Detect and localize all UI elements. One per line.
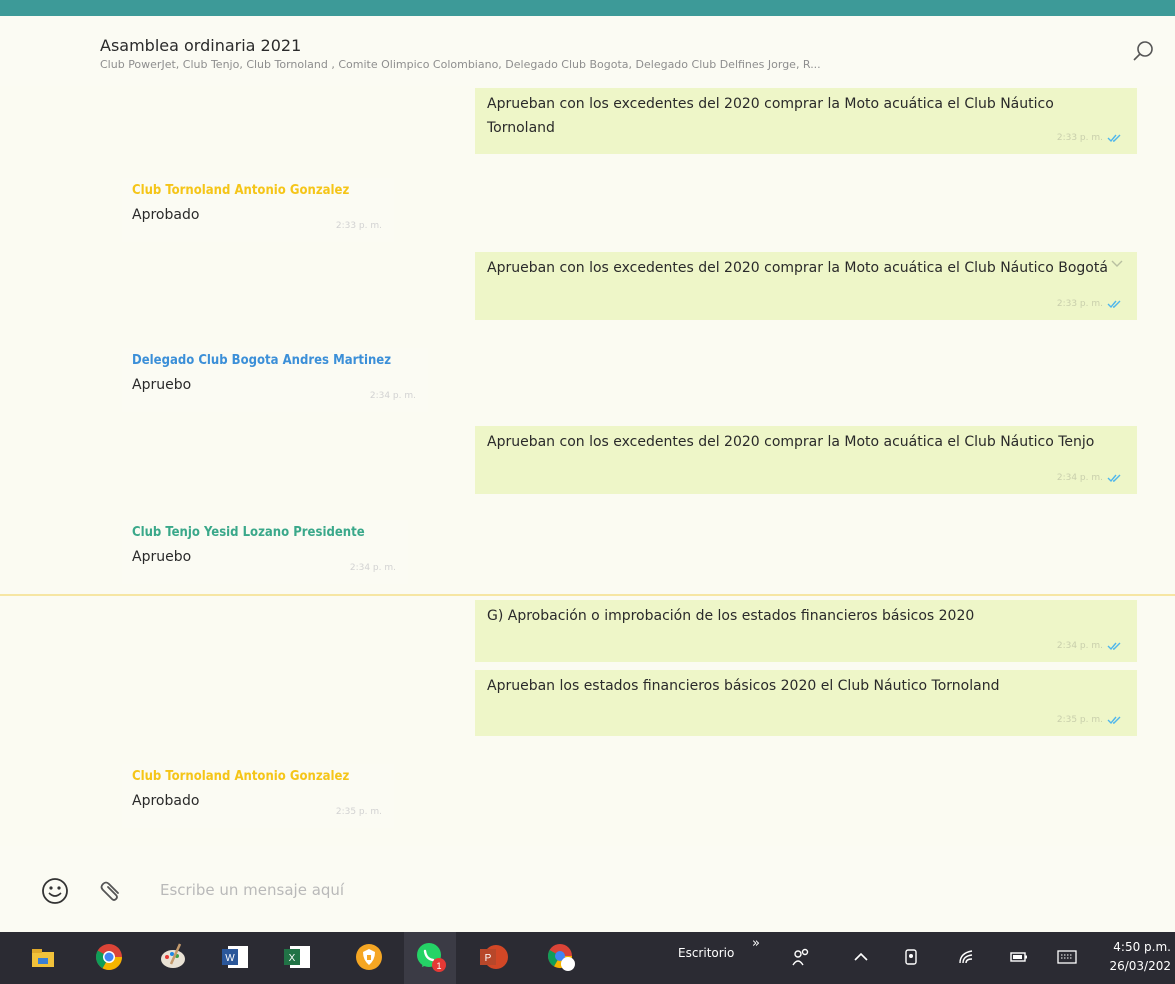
chat-title[interactable]: Asamblea ordinaria 2021 bbox=[100, 36, 301, 55]
message-time: 2:35 p. m. bbox=[1056, 715, 1103, 725]
message-time: 2:34 p. m. bbox=[369, 391, 416, 401]
emoji-icon[interactable] bbox=[40, 876, 70, 906]
chevron-up-icon[interactable] bbox=[850, 946, 872, 968]
message-text: Aprobado bbox=[132, 207, 200, 223]
message-composer bbox=[0, 846, 1175, 932]
message-input[interactable] bbox=[158, 874, 1062, 906]
message-meta: 2:35 p. m. bbox=[336, 800, 382, 824]
message-time: 2:34 p. m. bbox=[1056, 473, 1103, 483]
vpn-shield-icon[interactable] bbox=[352, 940, 386, 974]
double-check-icon bbox=[1107, 134, 1121, 143]
double-check-icon bbox=[1107, 642, 1121, 651]
incoming-message[interactable]: Delegado Club Bogota Andres Martinez Apr… bbox=[122, 348, 428, 412]
message-meta: 2:33 p. m. bbox=[1057, 126, 1123, 150]
outgoing-message[interactable]: Aprueban los estados financieros básicos… bbox=[475, 670, 1137, 736]
message-meta: 2:33 p. m. bbox=[1057, 292, 1123, 316]
svg-text:W: W bbox=[225, 953, 235, 964]
outgoing-message[interactable]: Aprueban con los excedentes del 2020 com… bbox=[475, 88, 1137, 154]
message-text: Aprueban con los excedentes del 2020 com… bbox=[487, 96, 1054, 136]
message-time: 2:33 p. m. bbox=[1056, 299, 1103, 309]
message-meta: 2:34 p. m. bbox=[350, 556, 396, 580]
wifi-icon[interactable] bbox=[956, 946, 978, 968]
windows-taskbar: W X 1 P Escritorio » 4:50 p.m. 26/03/202 bbox=[0, 932, 1175, 984]
svg-text:X: X bbox=[289, 953, 296, 964]
chat-header[interactable]: Asamblea ordinaria 2021 Club PowerJet, C… bbox=[0, 16, 1175, 86]
outgoing-message[interactable]: G) Aprobación o improbación de los estad… bbox=[475, 600, 1137, 662]
window-top-bar bbox=[0, 0, 1175, 16]
message-time: 2:33 p. m. bbox=[335, 221, 382, 231]
message-meta: 2:33 p. m. bbox=[336, 214, 382, 238]
chat-participants[interactable]: Club PowerJet, Club Tenjo, Club Tornolan… bbox=[100, 58, 1090, 71]
chrome-icon[interactable] bbox=[92, 940, 126, 974]
battery-icon[interactable] bbox=[1008, 946, 1030, 968]
message-text: Apruebo bbox=[132, 377, 192, 393]
message-meta: 2:35 p. m. bbox=[1057, 708, 1123, 732]
file-explorer-icon[interactable] bbox=[26, 940, 60, 974]
message-time: 2:33 p. m. bbox=[1056, 133, 1103, 143]
meet-now-icon[interactable] bbox=[900, 946, 922, 968]
double-check-icon bbox=[1107, 300, 1121, 309]
message-text: Aprobado bbox=[132, 793, 200, 809]
message-sender[interactable]: Club Tornoland Antonio Gonzalez bbox=[132, 768, 384, 786]
excel-icon[interactable]: X bbox=[280, 940, 314, 974]
incoming-message[interactable]: Club Tenjo Yesid Lozano Presidente Aprue… bbox=[122, 520, 408, 584]
message-sender[interactable]: Delegado Club Bogota Andres Martinez bbox=[132, 352, 418, 370]
keyboard-icon[interactable] bbox=[1056, 946, 1078, 968]
paint-icon[interactable] bbox=[156, 940, 190, 974]
message-sender[interactable]: Club Tenjo Yesid Lozano Presidente bbox=[132, 524, 398, 542]
message-text: Aprueban con los excedentes del 2020 com… bbox=[487, 260, 1108, 276]
message-text: Aprueban los estados financieros básicos… bbox=[487, 678, 1000, 694]
paperclip-icon[interactable] bbox=[96, 875, 126, 905]
clock-date[interactable]: 26/03/202 bbox=[1109, 959, 1171, 973]
outgoing-message[interactable]: Aprueban con los excedentes del 2020 com… bbox=[475, 252, 1137, 320]
people-icon[interactable] bbox=[790, 946, 812, 968]
message-meta: 2:34 p. m. bbox=[1057, 466, 1123, 490]
powerpoint-icon[interactable]: P bbox=[476, 940, 510, 974]
svg-text:P: P bbox=[485, 953, 492, 964]
incoming-message[interactable]: Club Tornoland Antonio Gonzalez Aprobado… bbox=[122, 764, 394, 828]
word-icon[interactable]: W bbox=[218, 940, 252, 974]
message-text: Apruebo bbox=[132, 549, 192, 565]
toolbar-expand-chevron[interactable]: » bbox=[752, 936, 760, 951]
message-meta: 2:34 p. m. bbox=[370, 384, 416, 408]
message-time: 2:35 p. m. bbox=[335, 807, 382, 817]
chrome-alt-icon[interactable] bbox=[544, 940, 578, 974]
double-check-icon bbox=[1107, 716, 1121, 725]
message-meta: 2:34 p. m. bbox=[1057, 634, 1123, 658]
clock-time[interactable]: 4:50 p.m. bbox=[1113, 940, 1171, 954]
message-text: G) Aprobación o improbación de los estad… bbox=[487, 608, 975, 624]
double-check-icon bbox=[1107, 474, 1121, 483]
whatsapp-icon[interactable]: 1 bbox=[414, 940, 448, 974]
desktop-toolbar-label[interactable]: Escritorio bbox=[678, 946, 734, 960]
message-time: 2:34 p. m. bbox=[1056, 641, 1103, 651]
whatsapp-notification-badge: 1 bbox=[436, 961, 441, 971]
message-sender[interactable]: Club Tornoland Antonio Gonzalez bbox=[132, 182, 384, 200]
search-icon[interactable] bbox=[1131, 38, 1157, 64]
outgoing-message[interactable]: Aprueban con los excedentes del 2020 com… bbox=[475, 426, 1137, 494]
incoming-message[interactable]: Club Tornoland Antonio Gonzalez Aprobado… bbox=[122, 178, 394, 242]
message-text: Aprueban con los excedentes del 2020 com… bbox=[487, 434, 1095, 450]
message-list[interactable]: Aprueban con los excedentes del 2020 com… bbox=[0, 86, 1175, 846]
chevron-down-icon[interactable] bbox=[1111, 260, 1123, 268]
page-fold-divider bbox=[0, 594, 1175, 596]
message-time: 2:34 p. m. bbox=[349, 563, 396, 573]
